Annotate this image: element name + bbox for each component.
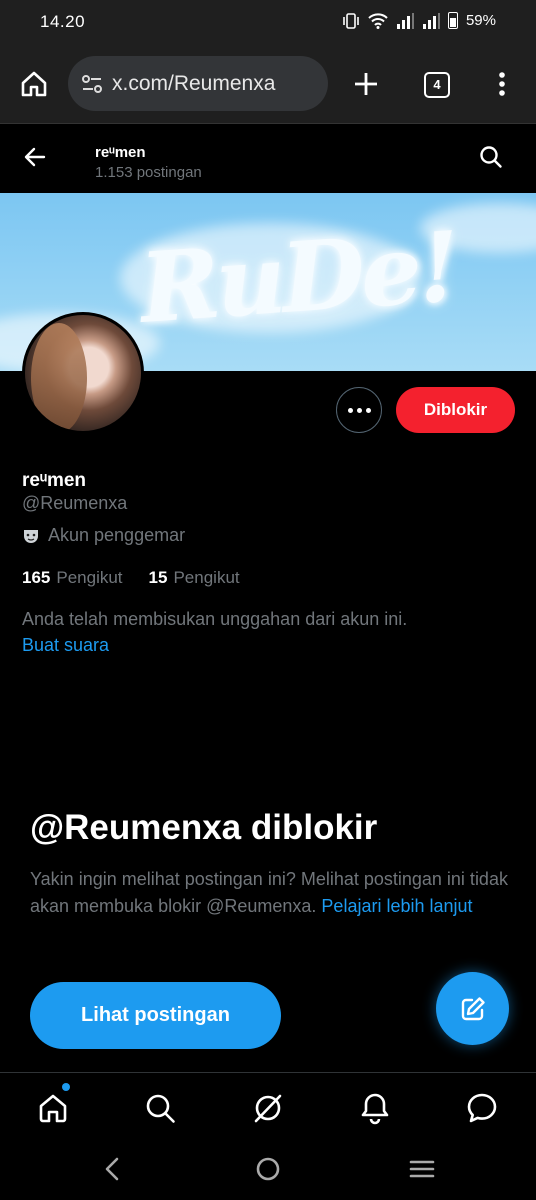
tab-switcher-button[interactable]: 4 <box>424 72 450 98</box>
avatar-hair <box>31 323 87 431</box>
search-icon[interactable] <box>143 1091 177 1125</box>
learn-more-link[interactable]: Pelajari lebih lanjut <box>321 896 472 916</box>
back-arrow-icon[interactable] <box>22 144 48 170</box>
following-count: 15 <box>148 568 168 587</box>
sys-recents-icon[interactable] <box>409 1156 435 1182</box>
header-post-count: 1.153 postingan <box>95 164 202 181</box>
home-notification-dot <box>62 1083 70 1091</box>
banner-cloud-text: RuDe! <box>136 210 460 345</box>
more-vert-icon[interactable] <box>490 70 514 98</box>
blocked-description: Yakin ingin melihat postingan ini? Melih… <box>30 866 510 920</box>
profile-name: reᵘmen <box>22 470 87 491</box>
profile-label: Akun penggemar <box>22 525 185 546</box>
sys-back-icon[interactable] <box>100 1156 126 1182</box>
vibrate-icon <box>343 12 359 29</box>
home-icon[interactable] <box>36 1091 70 1125</box>
wifi-icon <box>368 12 388 29</box>
more-dot <box>347 407 353 413</box>
system-nav-bar <box>0 1140 536 1200</box>
muted-note: Anda telah membisukan unggahan dari akun… <box>22 609 408 629</box>
browser-toolbar: x.com/Reumenxa 4 <box>0 44 536 124</box>
unmute-link[interactable]: Buat suara <box>22 635 109 656</box>
theater-mask-icon <box>24 529 38 543</box>
notifications-icon[interactable] <box>358 1091 392 1125</box>
url-text[interactable]: x.com/Reumenxa <box>112 72 275 96</box>
followers-count: 165 <box>22 568 51 587</box>
header-name: reᵘmen <box>95 144 146 161</box>
sys-home-icon[interactable] <box>255 1156 281 1182</box>
battery-percent: 59% <box>465 12 496 29</box>
view-posts-button[interactable]: Lihat postingan <box>30 982 281 1049</box>
signal-icon-2 <box>422 12 440 29</box>
followers-stat[interactable]: 165 Pengikut <box>22 568 123 588</box>
follow-stats: 165 Pengikut 15 Pengikut <box>22 568 240 588</box>
new-tab-icon[interactable] <box>350 68 382 100</box>
battery-icon <box>447 12 458 29</box>
more-dot <box>356 407 362 413</box>
following-stat[interactable]: 15 Pengikut <box>149 568 240 588</box>
blocked-title: @Reumenxa diblokir <box>30 808 378 847</box>
more-dot <box>365 407 371 413</box>
grok-icon[interactable] <box>251 1091 285 1125</box>
status-icons: 59% <box>342 12 496 29</box>
profile-avatar[interactable] <box>22 312 144 434</box>
more-options-button[interactable] <box>336 387 382 433</box>
signal-icon <box>396 12 414 29</box>
following-label: Pengikut <box>173 568 240 587</box>
blocked-button[interactable]: Diblokir <box>396 387 515 433</box>
messages-icon[interactable] <box>465 1091 499 1125</box>
search-icon[interactable] <box>478 144 504 170</box>
profile-label-text: Akun penggemar <box>48 525 186 545</box>
bottom-nav <box>0 1072 536 1141</box>
site-settings-icon[interactable] <box>80 72 104 96</box>
browser-home-icon[interactable] <box>18 68 50 100</box>
profile-handle: @Reumenxa <box>22 493 128 513</box>
compose-button[interactable] <box>436 972 509 1045</box>
compose-icon <box>461 996 485 1020</box>
followers-label: Pengikut <box>56 568 123 587</box>
status-time: 14.20 <box>40 12 86 31</box>
